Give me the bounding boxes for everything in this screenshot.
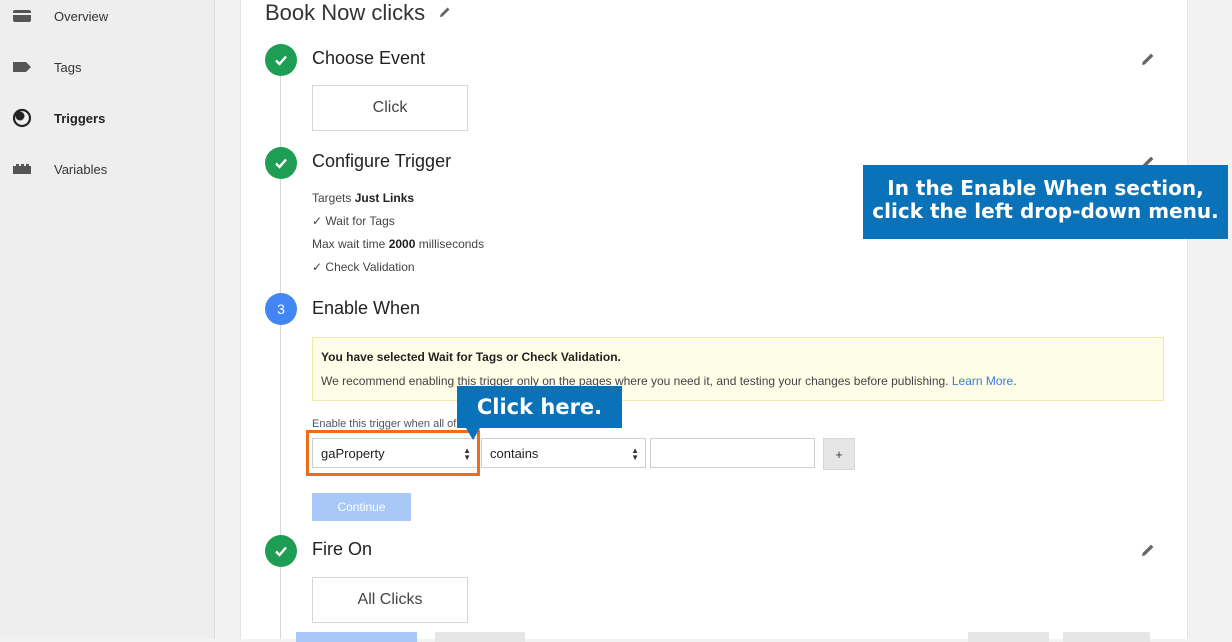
detail-label: Targets [312,191,352,205]
sidebar-item-triggers[interactable]: Triggers [0,100,214,136]
highlight-frame [306,430,480,476]
validation-warning-box: You have selected Wait for Tags or Check… [312,337,1164,401]
instruction-callout: In the Enable When section, click the le… [863,165,1228,239]
warning-body: We recommend enabling this trigger only … [321,374,949,388]
learn-more-suffix: . [1013,374,1017,388]
instruction-line: click the left drop-down menu. [872,199,1219,223]
max-wait-detail: Max wait time 2000 milliseconds [312,237,484,251]
overview-icon [12,8,32,24]
wait-for-tags-detail: ✓ Wait for Tags [312,214,395,228]
warning-title: You have selected Wait for Tags or Check… [321,350,621,364]
sidebar-item-label: Overview [54,8,109,24]
warning-text: We recommend enabling this trigger only … [321,374,1017,388]
variables-icon [12,161,32,177]
detail-label: Check Validation [325,260,415,274]
step-title-fire-on: Fire On [312,539,373,559]
operator-select-value: contains [490,445,539,461]
trigger-icon [12,108,32,128]
continue-button[interactable]: Continue [312,493,411,521]
edit-step-pencil-icon[interactable] [1140,542,1156,558]
detail-value: Just Links [354,191,415,205]
footer-button[interactable] [1063,632,1150,642]
step-title-choose-event: Choose Event [312,48,426,68]
sidebar-item-label: Variables [54,161,108,177]
checkmark-icon: ✓ [312,214,323,228]
detail-value: 2000 [388,237,416,251]
click-here-callout: Click here. [457,386,622,428]
sidebar-item-variables[interactable]: Variables [0,151,214,187]
step-number-badge: 3 [265,293,297,325]
detail-unit: milliseconds [418,237,485,251]
edit-title-pencil-icon[interactable] [438,5,452,24]
instruction-line: In the Enable When section, [887,176,1204,200]
trigger-editor: Book Now clicks Choose Event Click Confi… [240,0,1188,642]
targets-detail: Targets Just Links [312,191,414,205]
step-title-configure-trigger: Configure Trigger [312,151,452,171]
callout-pointer [466,428,480,440]
sidebar-item-tags[interactable]: Tags [0,49,214,85]
select-arrows-icon: ▲ ▼ [631,446,639,462]
tag-icon [12,59,32,75]
sidebar: Overview Tags Triggers Variables [0,0,215,639]
step-complete-check-icon [265,147,297,179]
sidebar-item-label: Triggers [54,110,106,126]
condition-value-input[interactable] [650,438,815,468]
save-button[interactable] [296,632,417,642]
step-title-enable-when: Enable When [312,298,421,318]
add-condition-button[interactable]: + [823,438,855,470]
event-type-box[interactable]: Click [312,85,468,131]
edit-step-pencil-icon[interactable] [1140,51,1156,67]
cancel-button[interactable] [435,632,525,642]
step-complete-check-icon [265,535,297,567]
checkmark-icon: ✓ [312,260,323,274]
detail-label: Wait for Tags [325,214,395,228]
learn-more-link[interactable]: Learn More [952,374,1013,388]
sidebar-item-label: Tags [54,59,82,75]
step-complete-check-icon [265,44,297,76]
page-title: Book Now clicks [265,0,426,25]
sidebar-item-overview[interactable]: Overview [0,0,214,34]
operator-select[interactable]: contains ▲ ▼ [481,438,646,468]
check-validation-detail: ✓ Check Validation [312,260,415,274]
fire-on-box[interactable]: All Clicks [312,577,468,623]
detail-label: Max wait time [312,237,386,251]
footer-button[interactable] [968,632,1049,642]
